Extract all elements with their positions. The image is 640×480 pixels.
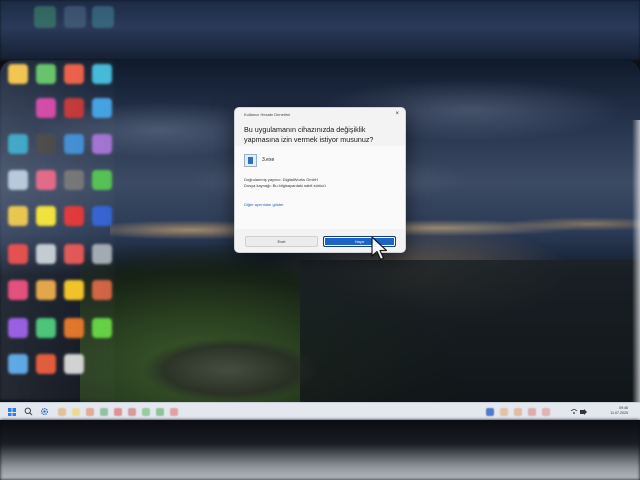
desktop-icon[interactable]	[36, 170, 56, 190]
desktop-icon[interactable]	[92, 206, 112, 226]
more-details-link[interactable]: Diğer ayrıntıları göster	[244, 202, 284, 207]
desktop-icon[interactable]	[64, 64, 84, 84]
desktop-icon[interactable]	[92, 134, 112, 154]
app-info-row: 3.exe	[244, 154, 394, 168]
desktop-icon[interactable]	[64, 206, 84, 226]
desktop-icon[interactable]	[92, 64, 112, 84]
taskbar-app-icon[interactable]	[100, 408, 108, 416]
dialog-title: Kullanıcı Hesabı Denetimi	[244, 112, 291, 117]
taskbar-app-icon[interactable]	[486, 408, 494, 416]
desktop-icon[interactable]	[36, 280, 56, 300]
system-tray-icons[interactable]	[570, 408, 592, 416]
taskbar-app-icon[interactable]	[528, 408, 536, 416]
video-frame: Kullanıcı Hesabı Denetimi × Bu uygulaman…	[0, 0, 640, 480]
dialog-details: 3.exe Doğrulanmış yayıncı: DigitalWorks …	[235, 146, 405, 229]
desktop-icon[interactable]	[36, 206, 56, 226]
screen-glare	[632, 120, 640, 420]
app-name: 3.exe	[262, 157, 275, 163]
application-icon	[244, 154, 257, 167]
taskbar-app-icon[interactable]	[542, 408, 550, 416]
taskbar-app-icon[interactable]	[142, 408, 150, 416]
taskbar: 09:46 11.07.2025	[0, 402, 640, 420]
desktop-icon[interactable]	[64, 98, 84, 118]
clock-date: 11.07.2025	[610, 411, 628, 415]
taskbar-app-icon[interactable]	[86, 408, 94, 416]
dialog-titlebar: Kullanıcı Hesabı Denetimi ×	[235, 108, 405, 121]
rocky-slope	[120, 330, 340, 410]
taskbar-app-icon[interactable]	[156, 408, 164, 416]
desktop-icon[interactable]	[8, 170, 28, 190]
desktop-icon[interactable]	[92, 318, 112, 338]
desktop-icon[interactable]	[64, 354, 84, 374]
desktop-icon[interactable]	[64, 170, 84, 190]
taskbar-app-icon[interactable]	[170, 408, 178, 416]
desktop-icon[interactable]	[8, 354, 28, 374]
uac-dialog: Kullanıcı Hesabı Denetimi × Bu uygulaman…	[234, 107, 406, 253]
desktop-icon[interactable]	[92, 170, 112, 190]
desktop-icon[interactable]	[36, 64, 56, 84]
desktop-icon[interactable]	[64, 134, 84, 154]
dark-valley	[300, 260, 640, 420]
desktop-icon[interactable]	[36, 134, 56, 154]
mouse-pointer-icon	[371, 236, 388, 261]
desktop-icon[interactable]	[36, 98, 56, 118]
desktop-icon-grid	[0, 60, 115, 400]
desktop-icon[interactable]	[8, 134, 28, 154]
desktop-icon[interactable]	[64, 318, 84, 338]
taskbar-app-icon[interactable]	[514, 408, 522, 416]
desktop-icon[interactable]	[64, 280, 84, 300]
desktop-icon[interactable]	[8, 244, 28, 264]
desktop-icon[interactable]	[64, 244, 84, 264]
desktop-icon[interactable]	[36, 318, 56, 338]
publisher-info: Doğrulanmış yayıncı: DigitalWorks GmbH D…	[244, 177, 326, 189]
taskbar-app-icon[interactable]	[58, 408, 66, 416]
close-icon[interactable]: ×	[395, 111, 399, 117]
taskbar-app-icon[interactable]	[500, 408, 508, 416]
desktop-icon[interactable]	[8, 318, 28, 338]
desktop-icon[interactable]	[92, 244, 112, 264]
blurred-reflection-bottom	[0, 420, 640, 480]
desktop-icon[interactable]	[36, 244, 56, 264]
search-icon[interactable]	[24, 407, 33, 416]
desktop-icon[interactable]	[8, 206, 28, 226]
taskbar-app-icon[interactable]	[72, 408, 80, 416]
origin-line: Dosya kaynağı: Bu bilgisayardaki sabit s…	[244, 183, 326, 188]
desktop-icon[interactable]	[92, 98, 112, 118]
settings-gear-icon[interactable]	[40, 407, 49, 416]
desktop-icon[interactable]	[92, 280, 112, 300]
desktop-icon[interactable]	[36, 354, 56, 374]
taskbar-clock[interactable]: 09:46 11.07.2025	[610, 406, 628, 416]
taskbar-app-icon[interactable]	[114, 408, 122, 416]
yes-button[interactable]: Evet	[245, 236, 318, 247]
desktop-icon[interactable]	[8, 280, 28, 300]
windows-start-icon[interactable]	[8, 408, 16, 416]
desktop-icon[interactable]	[8, 64, 28, 84]
blurred-reflection-top	[0, 0, 640, 60]
dialog-question: Bu uygulamanın cihazınızda değişiklik ya…	[244, 125, 374, 144]
taskbar-app-icon[interactable]	[128, 408, 136, 416]
